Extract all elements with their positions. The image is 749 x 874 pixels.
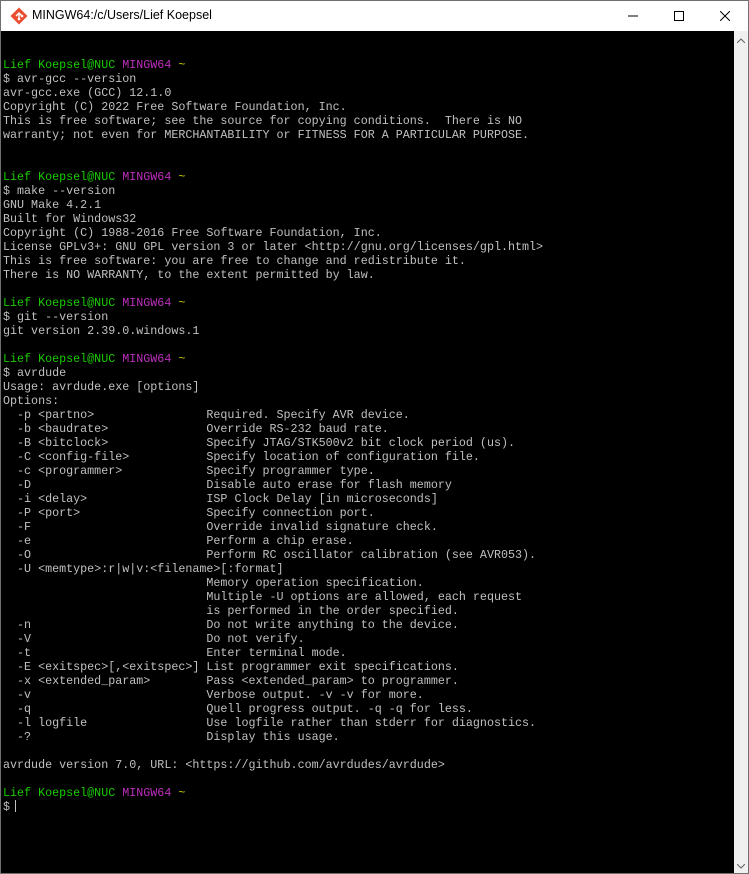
output-line: is performed in the order specified. <box>3 604 459 618</box>
input-line[interactable]: $ <box>3 800 543 814</box>
terminal-window: MINGW64:/c/Users/Lief Koepsel Lief Koeps… <box>0 0 749 874</box>
prompt-line: Lief Koepsel@NUC MINGW64 ~ <box>3 352 543 366</box>
vertical-scrollbar[interactable] <box>734 31 748 873</box>
prompt-system: MINGW64 <box>122 296 172 310</box>
output-line: -n Do not write anything to the device. <box>3 618 459 632</box>
output-line: -C <config-file> Specify location of con… <box>3 450 480 464</box>
output-line: -v Verbose output. -v -v for more. <box>3 688 424 702</box>
chevron-up-icon <box>736 30 746 48</box>
output-line: -E <exitspec>[,<exitspec>] List programm… <box>3 660 459 674</box>
prompt-system: MINGW64 <box>122 170 172 184</box>
output-line: Built for Windows32 <box>3 212 137 226</box>
output-line: -? Display this usage. <box>3 730 340 744</box>
terminal-output[interactable]: Lief Koepsel@NUC MINGW64 ~ $ avr-gcc --ve… <box>1 31 734 873</box>
prompt-path: ~ <box>178 296 186 310</box>
output-line: -c <programmer> Specify programmer type. <box>3 464 375 478</box>
output-line: Memory operation specification. <box>3 576 424 590</box>
prompt-user-host: Lief Koepsel@NUC <box>3 58 116 72</box>
maximize-button[interactable] <box>656 1 702 31</box>
output-line: License GPLv3+: GNU GPL version 3 or lat… <box>3 240 544 254</box>
minimize-icon <box>628 11 638 21</box>
output-line: avrdude version 7.0, URL: <https://githu… <box>3 758 445 772</box>
prompt-user-host: Lief Koepsel@NUC <box>3 296 116 310</box>
output-line: -V Do not verify. <box>3 632 305 646</box>
output-line: -O Perform RC oscillator calibration (se… <box>3 548 537 562</box>
close-icon <box>720 11 730 21</box>
output-line: -t Enter terminal mode. <box>3 646 347 660</box>
input-prompt-symbol: $ <box>3 800 11 814</box>
scroll-down-button[interactable] <box>734 857 748 873</box>
scroll-up-button[interactable] <box>734 31 748 47</box>
close-button[interactable] <box>702 1 748 31</box>
prompt-line: Lief Koepsel@NUC MINGW64 ~ <box>3 296 543 310</box>
output-line: Multiple -U options are allowed, each re… <box>3 590 523 604</box>
output-line: Copyright (C) 2022 Free Software Foundat… <box>3 100 347 114</box>
output-line: avr-gcc.exe (GCC) 12.1.0 <box>3 86 172 100</box>
output-line: -l logfile Use logfile rather than stder… <box>3 716 537 730</box>
text-cursor <box>15 800 17 812</box>
maximize-icon <box>674 11 684 21</box>
output-line: -F Override invalid signature check. <box>3 520 438 534</box>
output-line: -D Disable auto erase for flash memory <box>3 478 452 492</box>
prompt-line: Lief Koepsel@NUC MINGW64 ~ <box>3 58 543 72</box>
output-line: -e Perform a chip erase. <box>3 534 354 548</box>
output-line: -P <port> Specify connection port. <box>3 506 375 520</box>
prompt-path: ~ <box>178 170 186 184</box>
output-line: This is free software; see the source fo… <box>3 114 523 128</box>
command-line: $ make --version <box>3 184 116 198</box>
output-line: -B <bitclock> Specify JTAG/STK500v2 bit … <box>3 436 515 450</box>
prompt-path: ~ <box>178 786 186 800</box>
prompt-line: Lief Koepsel@NUC MINGW64 ~ <box>3 170 543 184</box>
prompt-user-host: Lief Koepsel@NUC <box>3 352 116 366</box>
window-title: MINGW64:/c/Users/Lief Koepsel <box>32 8 212 22</box>
command-line: $ git --version <box>3 310 109 324</box>
title-bar[interactable]: MINGW64:/c/Users/Lief Koepsel <box>1 1 748 31</box>
prompt-system: MINGW64 <box>122 786 172 800</box>
prompt-user-host: Lief Koepsel@NUC <box>3 170 116 184</box>
command-line: $ avr-gcc --version <box>3 72 137 86</box>
output-line: Copyright (C) 1988-2016 Free Software Fo… <box>3 226 382 240</box>
prompt-system: MINGW64 <box>122 352 172 366</box>
prompt-path: ~ <box>178 352 186 366</box>
output-line: -p <partno> Required. Specify AVR device… <box>3 408 410 422</box>
command-line: $ avrdude <box>3 366 67 380</box>
output-line: git version 2.39.0.windows.1 <box>3 324 200 338</box>
output-line: GNU Make 4.2.1 <box>3 198 102 212</box>
minimize-button[interactable] <box>610 1 656 31</box>
output-line: Usage: avrdude.exe [options] <box>3 380 200 394</box>
output-line: -q Quell progress output. -q -q for less… <box>3 702 473 716</box>
prompt-path: ~ <box>178 58 186 72</box>
output-line: -x <extended_param> Pass <extended_param… <box>3 674 459 688</box>
output-line: This is free software: you are free to c… <box>3 254 466 268</box>
git-bash-icon <box>10 7 28 25</box>
prompt-system: MINGW64 <box>122 58 172 72</box>
output-line: There is NO WARRANTY, to the extent perm… <box>3 268 375 282</box>
output-line: Options: <box>3 394 60 408</box>
output-line: warranty; not even for MERCHANTABILITY o… <box>3 128 530 142</box>
chevron-down-icon <box>736 856 746 873</box>
output-line: -b <baudrate> Override RS-232 baud rate. <box>3 422 389 436</box>
terminal-text: Lief Koepsel@NUC MINGW64 ~ $ avr-gcc --ve… <box>3 44 543 814</box>
output-line: -U <memtype>:r|w|v:<filename>[:format] <box>3 562 284 576</box>
prompt-line: Lief Koepsel@NUC MINGW64 ~ <box>3 786 543 800</box>
prompt-user-host: Lief Koepsel@NUC <box>3 786 116 800</box>
output-line: -i <delay> ISP Clock Delay [in microseco… <box>3 492 438 506</box>
